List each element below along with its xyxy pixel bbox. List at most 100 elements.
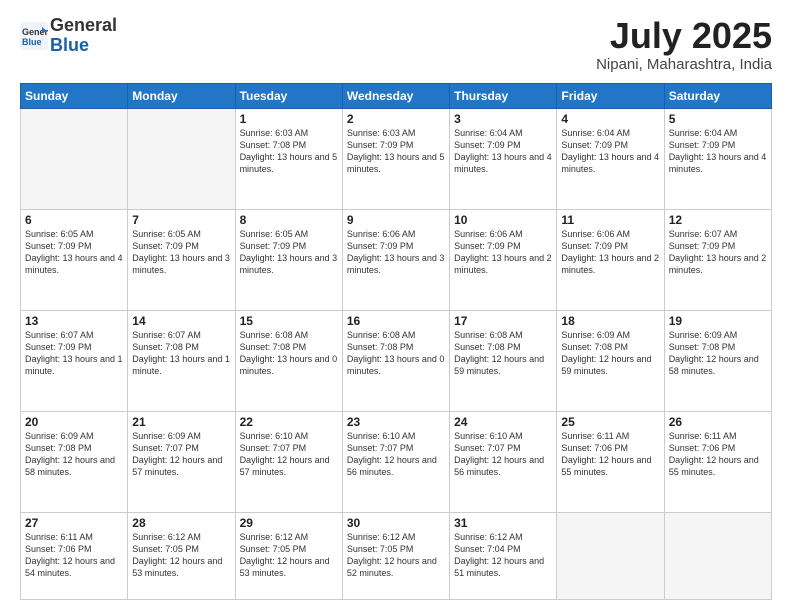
day-number: 11	[561, 213, 659, 227]
day-number: 28	[132, 516, 230, 530]
day-info: Sunrise: 6:03 AM Sunset: 7:09 PM Dayligh…	[347, 127, 445, 176]
day-number: 31	[454, 516, 552, 530]
day-info: Sunrise: 6:06 AM Sunset: 7:09 PM Dayligh…	[347, 228, 445, 277]
calendar-cell: 31Sunrise: 6:12 AM Sunset: 7:04 PM Dayli…	[450, 512, 557, 599]
logo-icon: General Blue	[20, 22, 48, 50]
calendar-cell: 5Sunrise: 6:04 AM Sunset: 7:09 PM Daylig…	[664, 108, 771, 209]
day-info: Sunrise: 6:11 AM Sunset: 7:06 PM Dayligh…	[669, 430, 767, 479]
calendar-cell: 20Sunrise: 6:09 AM Sunset: 7:08 PM Dayli…	[21, 411, 128, 512]
col-header-thursday: Thursday	[450, 83, 557, 108]
day-number: 19	[669, 314, 767, 328]
day-info: Sunrise: 6:12 AM Sunset: 7:05 PM Dayligh…	[347, 531, 445, 580]
calendar-cell: 17Sunrise: 6:08 AM Sunset: 7:08 PM Dayli…	[450, 310, 557, 411]
day-info: Sunrise: 6:08 AM Sunset: 7:08 PM Dayligh…	[347, 329, 445, 378]
calendar-cell: 9Sunrise: 6:06 AM Sunset: 7:09 PM Daylig…	[342, 209, 449, 310]
day-info: Sunrise: 6:05 AM Sunset: 7:09 PM Dayligh…	[132, 228, 230, 277]
day-number: 14	[132, 314, 230, 328]
calendar-cell: 12Sunrise: 6:07 AM Sunset: 7:09 PM Dayli…	[664, 209, 771, 310]
day-number: 27	[25, 516, 123, 530]
day-info: Sunrise: 6:11 AM Sunset: 7:06 PM Dayligh…	[25, 531, 123, 580]
page: General Blue General Blue July 2025 Nipa…	[0, 0, 792, 612]
calendar-cell: 4Sunrise: 6:04 AM Sunset: 7:09 PM Daylig…	[557, 108, 664, 209]
col-header-monday: Monday	[128, 83, 235, 108]
calendar-header-row: SundayMondayTuesdayWednesdayThursdayFrid…	[21, 83, 772, 108]
header: General Blue General Blue July 2025 Nipa…	[20, 16, 772, 73]
day-number: 24	[454, 415, 552, 429]
calendar-cell: 3Sunrise: 6:04 AM Sunset: 7:09 PM Daylig…	[450, 108, 557, 209]
calendar-cell: 18Sunrise: 6:09 AM Sunset: 7:08 PM Dayli…	[557, 310, 664, 411]
day-number: 22	[240, 415, 338, 429]
day-number: 7	[132, 213, 230, 227]
calendar-cell: 16Sunrise: 6:08 AM Sunset: 7:08 PM Dayli…	[342, 310, 449, 411]
day-number: 25	[561, 415, 659, 429]
calendar-week-row: 6Sunrise: 6:05 AM Sunset: 7:09 PM Daylig…	[21, 209, 772, 310]
day-number: 21	[132, 415, 230, 429]
day-number: 2	[347, 112, 445, 126]
calendar-cell: 24Sunrise: 6:10 AM Sunset: 7:07 PM Dayli…	[450, 411, 557, 512]
calendar-cell: 8Sunrise: 6:05 AM Sunset: 7:09 PM Daylig…	[235, 209, 342, 310]
day-number: 13	[25, 314, 123, 328]
day-info: Sunrise: 6:12 AM Sunset: 7:04 PM Dayligh…	[454, 531, 552, 580]
day-info: Sunrise: 6:09 AM Sunset: 7:08 PM Dayligh…	[669, 329, 767, 378]
day-number: 3	[454, 112, 552, 126]
day-info: Sunrise: 6:07 AM Sunset: 7:09 PM Dayligh…	[669, 228, 767, 277]
col-header-saturday: Saturday	[664, 83, 771, 108]
day-number: 23	[347, 415, 445, 429]
day-info: Sunrise: 6:10 AM Sunset: 7:07 PM Dayligh…	[454, 430, 552, 479]
calendar-week-row: 27Sunrise: 6:11 AM Sunset: 7:06 PM Dayli…	[21, 512, 772, 599]
day-number: 18	[561, 314, 659, 328]
calendar-cell: 29Sunrise: 6:12 AM Sunset: 7:05 PM Dayli…	[235, 512, 342, 599]
svg-text:Blue: Blue	[22, 37, 42, 47]
day-number: 4	[561, 112, 659, 126]
calendar-cell: 7Sunrise: 6:05 AM Sunset: 7:09 PM Daylig…	[128, 209, 235, 310]
day-info: Sunrise: 6:05 AM Sunset: 7:09 PM Dayligh…	[25, 228, 123, 277]
col-header-tuesday: Tuesday	[235, 83, 342, 108]
day-number: 8	[240, 213, 338, 227]
day-number: 1	[240, 112, 338, 126]
calendar-cell: 22Sunrise: 6:10 AM Sunset: 7:07 PM Dayli…	[235, 411, 342, 512]
day-number: 26	[669, 415, 767, 429]
day-info: Sunrise: 6:10 AM Sunset: 7:07 PM Dayligh…	[240, 430, 338, 479]
day-info: Sunrise: 6:06 AM Sunset: 7:09 PM Dayligh…	[454, 228, 552, 277]
day-info: Sunrise: 6:12 AM Sunset: 7:05 PM Dayligh…	[132, 531, 230, 580]
day-info: Sunrise: 6:04 AM Sunset: 7:09 PM Dayligh…	[669, 127, 767, 176]
calendar-cell: 30Sunrise: 6:12 AM Sunset: 7:05 PM Dayli…	[342, 512, 449, 599]
calendar-cell: 25Sunrise: 6:11 AM Sunset: 7:06 PM Dayli…	[557, 411, 664, 512]
calendar-week-row: 1Sunrise: 6:03 AM Sunset: 7:08 PM Daylig…	[21, 108, 772, 209]
day-info: Sunrise: 6:12 AM Sunset: 7:05 PM Dayligh…	[240, 531, 338, 580]
calendar-cell	[21, 108, 128, 209]
day-number: 20	[25, 415, 123, 429]
calendar-cell: 15Sunrise: 6:08 AM Sunset: 7:08 PM Dayli…	[235, 310, 342, 411]
calendar-cell	[128, 108, 235, 209]
day-number: 12	[669, 213, 767, 227]
calendar-cell: 27Sunrise: 6:11 AM Sunset: 7:06 PM Dayli…	[21, 512, 128, 599]
day-number: 10	[454, 213, 552, 227]
col-header-sunday: Sunday	[21, 83, 128, 108]
calendar-cell: 13Sunrise: 6:07 AM Sunset: 7:09 PM Dayli…	[21, 310, 128, 411]
day-number: 17	[454, 314, 552, 328]
day-number: 16	[347, 314, 445, 328]
logo-general-text: General	[50, 16, 117, 36]
col-header-wednesday: Wednesday	[342, 83, 449, 108]
calendar-cell: 11Sunrise: 6:06 AM Sunset: 7:09 PM Dayli…	[557, 209, 664, 310]
logo-text: General Blue	[50, 16, 117, 56]
month-title: July 2025	[596, 16, 772, 56]
calendar-cell: 10Sunrise: 6:06 AM Sunset: 7:09 PM Dayli…	[450, 209, 557, 310]
calendar-cell	[557, 512, 664, 599]
day-number: 6	[25, 213, 123, 227]
day-number: 30	[347, 516, 445, 530]
day-info: Sunrise: 6:07 AM Sunset: 7:08 PM Dayligh…	[132, 329, 230, 378]
calendar-cell: 26Sunrise: 6:11 AM Sunset: 7:06 PM Dayli…	[664, 411, 771, 512]
day-info: Sunrise: 6:05 AM Sunset: 7:09 PM Dayligh…	[240, 228, 338, 277]
location: Nipani, Maharashtra, India	[596, 56, 772, 73]
col-header-friday: Friday	[557, 83, 664, 108]
title-block: July 2025 Nipani, Maharashtra, India	[596, 16, 772, 73]
day-info: Sunrise: 6:09 AM Sunset: 7:07 PM Dayligh…	[132, 430, 230, 479]
logo-blue-text: Blue	[50, 36, 117, 56]
day-info: Sunrise: 6:07 AM Sunset: 7:09 PM Dayligh…	[25, 329, 123, 378]
calendar-cell: 2Sunrise: 6:03 AM Sunset: 7:09 PM Daylig…	[342, 108, 449, 209]
day-number: 29	[240, 516, 338, 530]
calendar-cell: 19Sunrise: 6:09 AM Sunset: 7:08 PM Dayli…	[664, 310, 771, 411]
day-info: Sunrise: 6:03 AM Sunset: 7:08 PM Dayligh…	[240, 127, 338, 176]
day-info: Sunrise: 6:04 AM Sunset: 7:09 PM Dayligh…	[454, 127, 552, 176]
